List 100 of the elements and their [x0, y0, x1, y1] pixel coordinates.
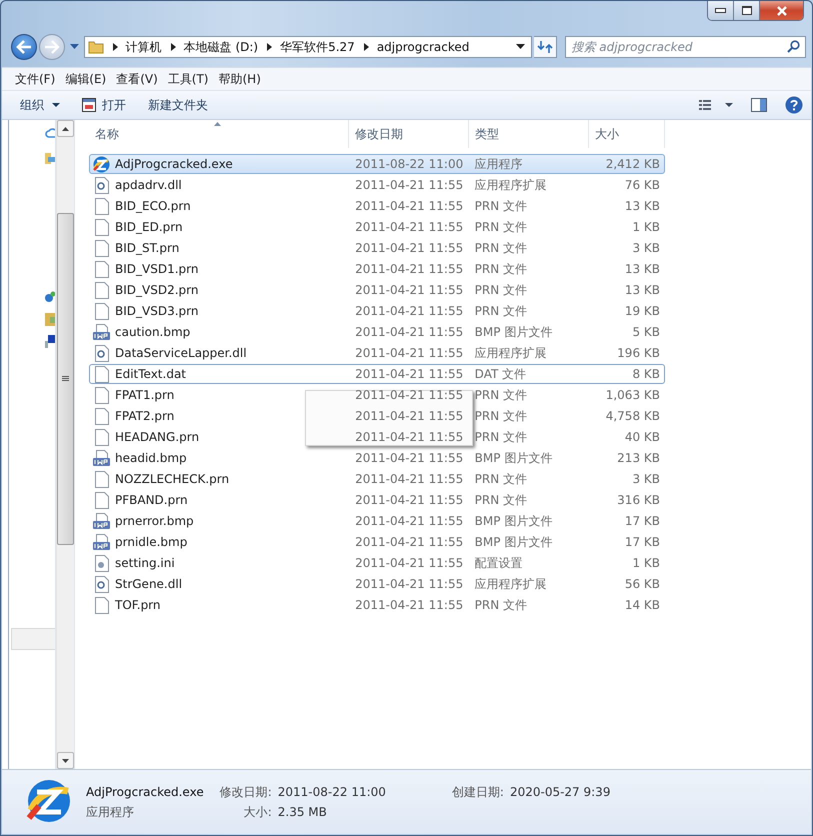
- detail-value: 2011-08-22 11:00: [278, 785, 386, 799]
- view-options-button[interactable]: [697, 97, 735, 113]
- modified-date: 2011-04-21 11:55: [355, 472, 464, 486]
- file-row[interactable]: setting.ini 2011-04-21 11:55 配置设置 1 KB: [89, 553, 665, 573]
- file-type: PRN 文件: [474, 240, 528, 256]
- file-name: PFBAND.prn: [115, 493, 188, 507]
- file-size: 17 KB: [624, 535, 660, 549]
- file-type: PRN 文件: [474, 386, 528, 404]
- file-row[interactable]: BID_ECO.prn 2011-04-21 11:55 PRN 文件 13 KB: [89, 196, 665, 216]
- column-header[interactable]: 修改日期: [349, 120, 469, 148]
- scrollbar[interactable]: [56, 120, 74, 769]
- file-row[interactable]: AdjProgcracked.exe 2011-08-22 11:00 应用程序 2,412 KB: [89, 154, 665, 174]
- file-row[interactable]: BID_VSD3.prn 2011-04-21 11:55 PRN 文件 19 KB: [89, 301, 665, 321]
- toolbar-button[interactable]: 组织: [16, 94, 64, 116]
- computer-icon[interactable]: [45, 335, 55, 349]
- file-row[interactable]: FPAT2.prn 2011-04-21 11:55 PRN 文件 4,758 KB: [89, 406, 665, 426]
- menu-item[interactable]: 编辑(E): [60, 70, 112, 88]
- file-row[interactable]: BID_ED.prn 2011-04-21 11:55 PRN 文件 1 KB: [89, 217, 665, 237]
- file-row[interactable]: PFBAND.prn 2011-04-21 11:55 PRN 文件 316 KB: [89, 490, 665, 510]
- file-type: BMP 图片文件: [474, 324, 552, 340]
- toolbar-button[interactable]: 新建文件夹: [144, 94, 212, 116]
- modified-date: 2011-04-21 11:55: [355, 577, 464, 591]
- menu-item[interactable]: 查看(V): [111, 70, 163, 88]
- chevron-icon[interactable]: [267, 43, 272, 51]
- network-icon[interactable]: [45, 290, 55, 304]
- file-row[interactable]: prnerror.bmp 2011-04-21 11:55 BMP 图片文件 17 KB: [89, 511, 665, 531]
- toolbar-button[interactable]: 打开: [78, 94, 130, 116]
- breadcrumb[interactable]: adjprogcracked: [376, 40, 470, 54]
- search-field[interactable]: 搜索 adjprogcracked: [565, 36, 806, 58]
- refresh-button[interactable]: [534, 36, 558, 58]
- file-row[interactable]: caution.bmp 2011-04-21 11:55 BMP 图片文件 5 KB: [89, 322, 665, 342]
- file-name: HEADANG.prn: [115, 430, 200, 444]
- detail-value: 2020-05-27 9:39: [510, 785, 610, 799]
- file-row[interactable]: BID_VSD2.prn 2011-04-21 11:55 PRN 文件 13 KB: [89, 280, 665, 300]
- file-row[interactable]: StrGene.dll 2011-04-21 11:55 应用程序扩展 56 KB: [89, 574, 665, 594]
- file-type: 应用程序: [474, 156, 523, 172]
- file-size: 13 KB: [624, 199, 660, 213]
- modified-date: 2011-04-21 11:55: [355, 493, 464, 507]
- file-type: PRN 文件: [474, 596, 528, 614]
- scroll-down-icon[interactable]: [62, 758, 69, 762]
- file-type: PRN 文件: [474, 302, 528, 320]
- back-button[interactable]: [11, 34, 37, 60]
- grip-icon[interactable]: [62, 376, 69, 382]
- file-row[interactable]: BID_VSD1.prn 2011-04-21 11:55 PRN 文件 13 KB: [89, 259, 665, 279]
- menu-item[interactable]: 帮助(H): [214, 70, 266, 88]
- detail-value: 2.35 MB: [278, 805, 328, 819]
- caret-icon: [52, 102, 60, 108]
- file-icon: [93, 428, 110, 446]
- menu-item[interactable]: 工具(T): [162, 70, 214, 88]
- file-name: BID_ED.prn: [115, 220, 183, 234]
- window-icon: [82, 98, 96, 112]
- file-row[interactable]: HEADANG.prn 2011-04-21 11:55 PRN 文件 40 KB: [89, 427, 665, 447]
- cloud-icon[interactable]: [45, 127, 55, 139]
- file-icon: [93, 218, 110, 236]
- file-size: 8 KB: [632, 367, 660, 381]
- column-header[interactable]: 大小: [589, 120, 665, 148]
- file-size: 3 KB: [632, 241, 660, 255]
- address-bar[interactable]: 计算机 本地磁盘 (D:) 华军软件5.27 adjprogcracked: [84, 36, 532, 58]
- file-type: BMP 图片文件: [474, 534, 552, 550]
- file-name: FPAT2.prn: [115, 409, 174, 423]
- history-dropdown-icon[interactable]: [70, 44, 79, 50]
- address-dropdown-icon[interactable]: [516, 44, 525, 50]
- file-type: PRN 文件: [474, 260, 528, 278]
- file-size: 13 KB: [624, 283, 660, 297]
- column-header[interactable]: 名称: [89, 120, 349, 148]
- breadcrumb[interactable]: 华军软件5.27: [280, 38, 355, 56]
- file-row[interactable]: BID_ST.prn 2011-04-21 11:55 PRN 文件 3 KB: [89, 238, 665, 258]
- detail-label: 修改日期:: [218, 784, 272, 800]
- file-icon: [93, 470, 110, 488]
- column-header[interactable]: 类型: [469, 120, 589, 148]
- file-type: PRN 文件: [474, 492, 528, 508]
- file-type: PRN 文件: [474, 428, 528, 446]
- file-row[interactable]: prnidle.bmp 2011-04-21 11:55 BMP 图片文件 17 KB: [89, 532, 665, 552]
- file-size: 2,412 KB: [606, 157, 660, 171]
- chevron-icon[interactable]: [170, 43, 176, 51]
- nav-item-background: [11, 628, 55, 650]
- menu-item[interactable]: 文件(F): [10, 70, 60, 88]
- file-row[interactable]: FPAT1.prn 2011-04-21 11:55 PRN 文件 1,063 KB: [89, 385, 665, 405]
- file-row[interactable]: TOF.prn 2011-04-21 11:55 PRN 文件 14 KB: [89, 595, 665, 615]
- scroll-up-icon[interactable]: [62, 126, 69, 130]
- breadcrumb[interactable]: 计算机: [126, 38, 162, 56]
- arrow-left-icon: [16, 40, 32, 54]
- file-size: 5 KB: [632, 325, 660, 339]
- folder-icon[interactable]: [45, 151, 55, 165]
- file-row[interactable]: DataServiceLapper.dll 2011-04-21 11:55 应用程序扩展 196 KB: [89, 343, 665, 363]
- file-row[interactable]: apdadrv.dll 2011-04-21 11:55 应用程序扩展 76 KB: [89, 175, 665, 195]
- file-row[interactable]: NOZZLECHECK.prn 2011-04-21 11:55 PRN 文件 3 KB: [89, 469, 665, 489]
- file-icon: [93, 596, 110, 614]
- modified-date: 2011-04-21 11:55: [355, 535, 464, 549]
- file-row[interactable]: EditText.dat 2011-04-21 11:55 DAT 文件 8 KB: [89, 364, 665, 384]
- file-row[interactable]: headid.bmp 2011-04-21 11:55 BMP 图片文件 213 KB: [89, 448, 665, 468]
- minimize-button[interactable]: [708, 1, 734, 20]
- preview-pane-button[interactable]: [749, 96, 769, 114]
- maximize-button[interactable]: [734, 1, 760, 20]
- chevron-icon[interactable]: [112, 43, 118, 51]
- close-button[interactable]: [760, 1, 803, 20]
- chevron-icon[interactable]: [364, 43, 369, 51]
- help-button[interactable]: [783, 94, 805, 116]
- file-size: 196 KB: [617, 346, 660, 360]
- breadcrumb[interactable]: 本地磁盘 (D:): [184, 38, 258, 56]
